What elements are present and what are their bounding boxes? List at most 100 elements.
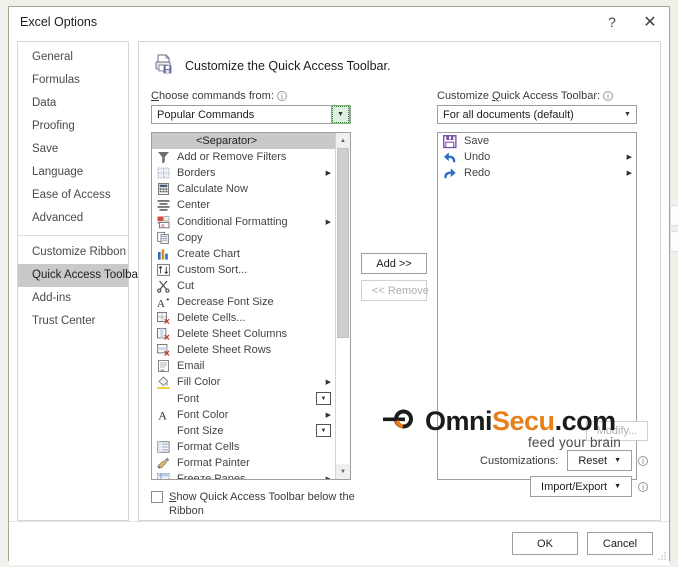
qat-list-item[interactable]: Save: [438, 133, 636, 149]
command-list-item-label: Fill Color: [177, 376, 221, 389]
command-list-item[interactable]: Cut: [152, 278, 335, 294]
command-list-item[interactable]: Format Painter: [152, 455, 335, 471]
qat-list-item[interactable]: Undo ▶: [438, 149, 636, 165]
info-icon[interactable]: i: [638, 481, 648, 492]
chevron-right-icon[interactable]: ▶: [326, 218, 335, 226]
command-list-item[interactable]: Font Size ▼: [152, 423, 335, 439]
resize-grip[interactable]: [657, 548, 667, 560]
scroll-thumb[interactable]: [337, 148, 349, 338]
command-list-item[interactable]: Freeze Panes▶: [152, 471, 335, 479]
chevron-right-icon[interactable]: ▶: [326, 411, 335, 419]
ok-button[interactable]: OK: [512, 532, 578, 555]
chevron-right-icon[interactable]: ▶: [326, 378, 335, 386]
command-list-item-label: Freeze Panes: [177, 473, 326, 479]
command-list-item-label: Center: [177, 199, 211, 212]
available-commands-listbox[interactable]: <Separator> Add or Remove Filters Borders ▶…: [151, 132, 351, 480]
command-list-item[interactable]: Calculate Now: [152, 181, 335, 197]
qat-list-item[interactable]: Redo ▶: [438, 165, 636, 181]
redo-arrow-icon: [441, 166, 459, 180]
pane-heading: Customize the Quick Access Toolbar.: [185, 59, 391, 73]
chevron-right-icon[interactable]: ▶: [326, 169, 335, 177]
command-list-item-label: Borders: [177, 167, 216, 180]
command-list-item-label: Create Chart: [177, 247, 240, 260]
sidebar-item-trust-center[interactable]: Trust Center: [18, 310, 128, 333]
choose-commands-dropdown[interactable]: Popular Commands ▼: [151, 105, 351, 124]
fill-color-icon: [155, 375, 172, 390]
info-icon[interactable]: i: [276, 91, 287, 101]
command-list-item[interactable]: A Font Color ▶: [152, 407, 335, 423]
scroll-down-icon[interactable]: ▼: [336, 464, 350, 479]
command-list-item[interactable]: Custom Sort...: [152, 262, 335, 278]
command-list-item[interactable]: Fill Color ▶: [152, 374, 335, 390]
command-list-item[interactable]: Delete Sheet Columns: [152, 326, 335, 342]
scroll-up-icon[interactable]: ▲: [336, 133, 350, 148]
command-list-item[interactable]: Borders ▶: [152, 165, 335, 181]
chevron-right-icon[interactable]: ▶: [627, 153, 636, 161]
conditional-fmt-icon: a: [155, 215, 172, 229]
calculate-icon: [155, 182, 172, 196]
commands-scrollbar[interactable]: ▲ ▼: [335, 133, 350, 479]
customize-qat-dropdown[interactable]: For all documents (default) ▼: [437, 105, 637, 124]
dialog-body: General Formulas Data Proofing Save Language E…: [9, 37, 678, 521]
customize-qat-label: Customize Quick Access Toolbar: i: [437, 90, 637, 102]
move-up-icon[interactable]: ▲: [670, 205, 678, 226]
command-list-item[interactable]: Format Cells: [152, 439, 335, 455]
chevron-right-icon[interactable]: ▶: [627, 169, 636, 177]
show-below-ribbon-checkbox[interactable]: [151, 491, 163, 503]
choose-commands-value: Popular Commands: [157, 108, 255, 121]
command-list-item[interactable]: Delete Cells...: [152, 310, 335, 326]
info-icon[interactable]: i: [638, 455, 648, 466]
help-button[interactable]: ?: [593, 7, 631, 37]
svg-text:a: a: [161, 223, 164, 229]
choose-commands-label: Choose commands from: i: [151, 90, 351, 102]
command-list-item[interactable]: <Separator>: [152, 133, 335, 150]
close-button[interactable]: ✕: [631, 7, 669, 37]
sidebar-item-advanced[interactable]: Advanced: [18, 207, 128, 230]
command-list-item[interactable]: Center: [152, 197, 335, 213]
move-down-icon[interactable]: ▼: [670, 231, 678, 252]
qat-list-item-label: Redo: [464, 167, 491, 180]
sidebar-item-formulas[interactable]: Formulas: [18, 69, 128, 92]
sidebar-item-data[interactable]: Data: [18, 92, 128, 115]
show-below-ribbon-checkbox-row[interactable]: Show Quick Access Toolbar below the Ribb…: [151, 490, 366, 518]
scroll-track[interactable]: [336, 148, 350, 464]
sidebar-item-customize-ribbon[interactable]: Customize Ribbon: [18, 241, 128, 264]
spinner-icon[interactable]: ▼: [316, 424, 331, 438]
chevron-right-icon[interactable]: ▶: [326, 475, 335, 479]
sidebar-item-ease-of-access[interactable]: Ease of Access: [18, 184, 128, 207]
command-list-item[interactable]: Add or Remove Filters: [152, 149, 335, 165]
sidebar-divider: [18, 235, 128, 236]
copy-icon: [155, 231, 172, 245]
reset-button[interactable]: Reset ▼: [567, 450, 632, 471]
chevron-down-icon[interactable]: ▼: [619, 106, 636, 123]
reset-row: Customizations: Reset ▼ i: [433, 450, 648, 471]
delete-columns-icon: [155, 327, 172, 341]
import-export-button[interactable]: Import/Export ▼: [530, 476, 632, 497]
sidebar-item-quick-access-toolbar[interactable]: Quick Access Toolbar: [18, 264, 142, 287]
sidebar-item-general[interactable]: General: [18, 46, 128, 69]
sidebar-item-language[interactable]: Language: [18, 161, 128, 184]
sidebar-item-proofing[interactable]: Proofing: [18, 115, 128, 138]
chevron-down-icon[interactable]: ▼: [331, 105, 350, 124]
move-buttons: ▲ ▼: [670, 205, 678, 257]
command-list-item[interactable]: Copy: [152, 230, 335, 246]
printer-save-icon: [153, 53, 175, 80]
command-list-item[interactable]: a Conditional Formatting ▶: [152, 213, 335, 229]
command-list-item[interactable]: Create Chart: [152, 246, 335, 262]
svg-text:A: A: [157, 298, 165, 309]
spinner-icon[interactable]: ▼: [316, 392, 331, 406]
sidebar-item-save[interactable]: Save: [18, 138, 128, 161]
sidebar-item-add-ins[interactable]: Add-ins: [18, 287, 128, 310]
command-list-item[interactable]: Delete Sheet Rows: [152, 342, 335, 358]
info-icon[interactable]: i: [603, 91, 614, 101]
freeze-panes-icon: [155, 472, 172, 479]
command-list-item[interactable]: A Decrease Font Size: [152, 294, 335, 310]
command-list-item[interactable]: Font ▼: [152, 391, 335, 407]
command-list-item-label: Font Color: [177, 408, 229, 421]
import-export-label: Import/Export: [541, 480, 608, 493]
available-commands-list[interactable]: <Separator> Add or Remove Filters Borders ▶…: [152, 133, 335, 479]
center-align-icon: [155, 198, 172, 212]
add-button[interactable]: Add >>: [361, 253, 427, 274]
command-list-item[interactable]: Email: [152, 358, 335, 374]
cancel-button[interactable]: Cancel: [587, 532, 653, 555]
